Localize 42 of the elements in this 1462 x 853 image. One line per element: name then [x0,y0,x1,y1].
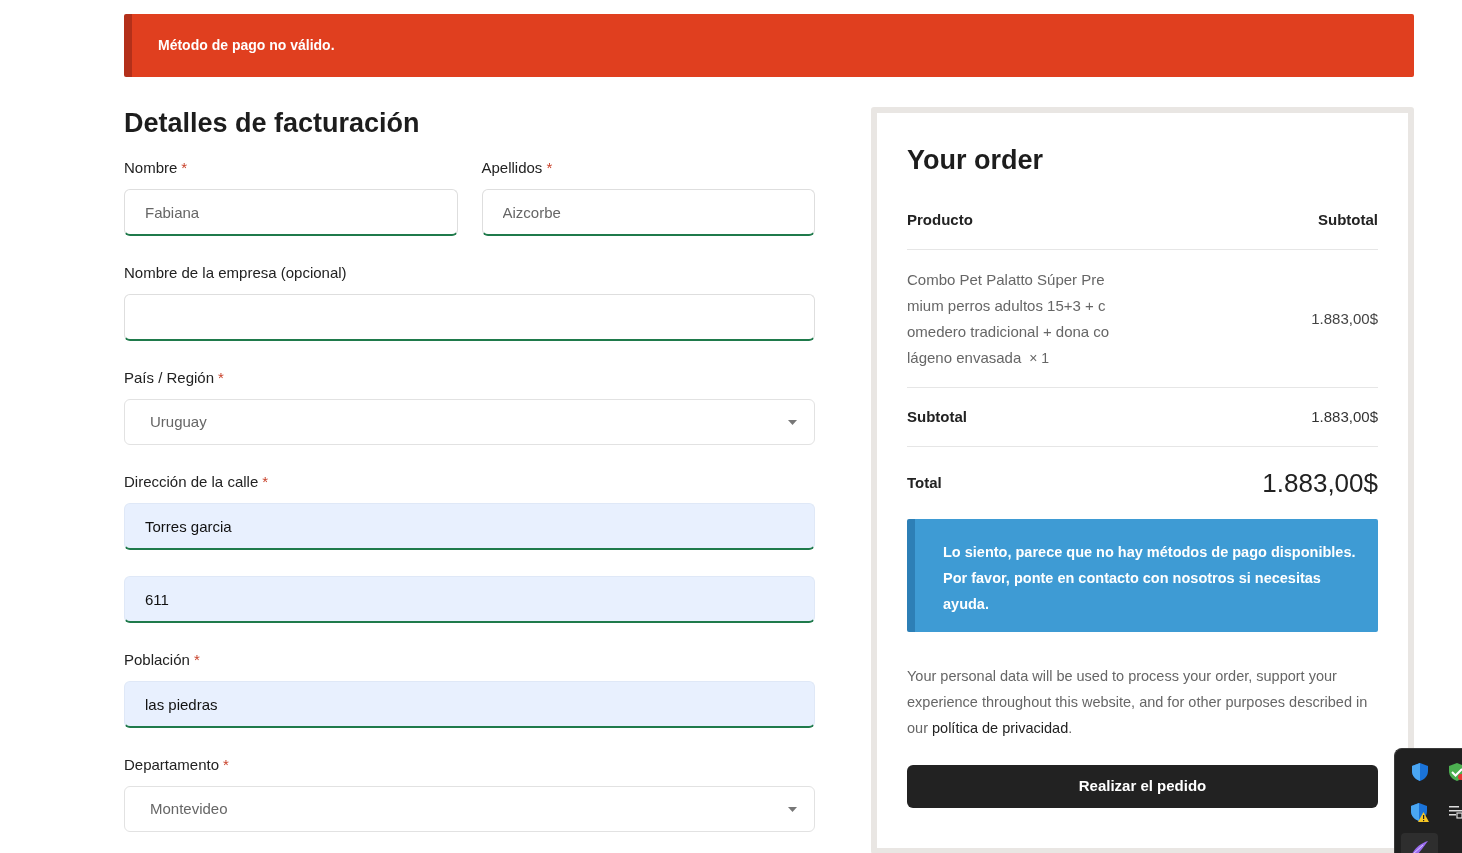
total-value: 1.883,00$ [1262,467,1378,500]
field-label: Apellidos [481,159,543,176]
required-mark: * [193,651,200,668]
error-alert: Método de pago no válido. [124,14,1414,77]
text-field[interactable]: Aizcorbe [481,189,815,236]
list-icon[interactable] [1449,805,1462,819]
caret-icon [788,806,797,812]
required-mark: * [262,473,269,490]
privacy-text: Your personal data will be used to process your order, support your experience throughout this website, and for other purposes described in our política de privacidad. [907,667,1369,738]
text-field[interactable]: 611 [124,576,815,623]
field-label: Departamento [124,756,220,773]
text-field[interactable]: las piedras [124,681,815,728]
shield-warning-icon[interactable] [1410,802,1429,822]
text-field[interactable]: Fabiana [124,189,458,236]
shield-check-icon[interactable] [1449,763,1462,781]
required-mark: * [223,756,229,773]
dropdown-field[interactable]: Montevideo [124,786,815,832]
text-field[interactable]: Torres garcia [124,503,815,550]
feather-icon[interactable] [1401,833,1438,853]
shield-icon[interactable] [1411,763,1428,781]
required-mark: * [218,369,224,386]
field-label: Nombre [124,159,178,176]
product-description: Combo Pet Palatto Súper Premium perros adultos 15+3 + comedero tradicional + dona colágeno envasada × 1 [907,270,1111,368]
info-alert: Lo siento, parece que no hay métodos de pago disponibles. Por favor, ponte en contacto con nosotros si necesitas ayuda. [907,519,1378,632]
subtotal-value: 1.883,00$ [1311,407,1378,427]
text-field[interactable] [124,294,815,341]
field-label: Nombre de la empresa (opcional) [124,264,347,281]
total-label: Total [907,472,942,493]
field-label: Dirección de la calle [124,473,259,490]
order-title: Your order [907,144,1044,177]
place-order-button[interactable]: Realizar el pedido [907,765,1378,808]
dropdown-field[interactable]: Uruguay [124,399,815,445]
field-label: País / Región [124,369,215,386]
field-label: Población [124,651,190,668]
required-mark: * [546,159,553,176]
column-header: Subtotal [1318,210,1378,230]
column-header: Producto [907,210,973,230]
price-text: 1.883,00$ [1311,308,1378,329]
caret-icon [788,419,797,425]
section-heading: Detalles de facturación [124,107,421,139]
required-mark: * [181,159,188,176]
subtotal-label: Subtotal [907,407,967,427]
